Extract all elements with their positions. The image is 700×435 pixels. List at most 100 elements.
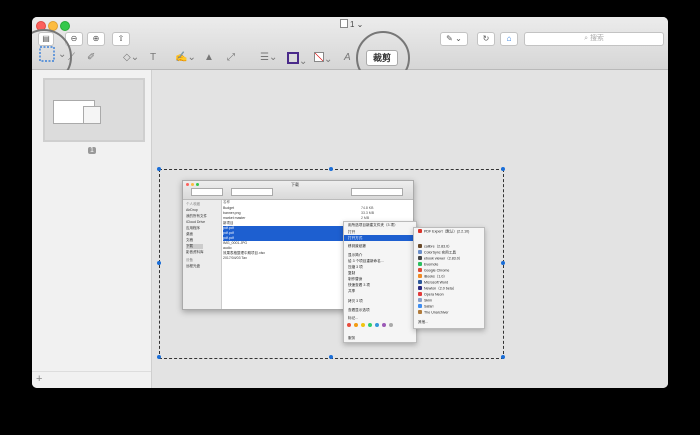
selection-handle[interactable] (501, 167, 505, 171)
signature-icon[interactable]: ✍⌄ (175, 52, 196, 63)
selection-handle[interactable] (329, 167, 333, 171)
finder-sidebar-item: 影音资料库 (186, 250, 204, 254)
draw-icon[interactable]: ✐ (87, 52, 95, 63)
toolbar: 1 ⌄ ▤ ⊖ ⊕ ⇧ ✎ ⌄ ↻ ⌂ ⌕ 搜索 ⌄ ⟋ ✐ ◇⌄ T ✍⌄ ▲… (32, 17, 668, 70)
finder-sidebar-item: 下载 (186, 244, 203, 249)
selection-handle[interactable] (501, 261, 505, 265)
app-icon (418, 280, 422, 284)
submenu-item: 其他... (418, 320, 429, 324)
submenu-item: ebook viewer（2.83.0） (418, 256, 462, 262)
border-color-icon[interactable]: ⌄ (287, 52, 307, 67)
thumbnail-sidebar: 1 + (32, 70, 152, 388)
finder-zoom-button (196, 183, 199, 186)
adjust-size-icon[interactable]: ⤢ (227, 52, 235, 63)
app-icon (418, 292, 422, 296)
submenu-item: Opera Neon (418, 292, 444, 297)
finder-view-buttons (231, 188, 273, 196)
text-style-icon[interactable]: A (344, 52, 351, 63)
selection-handle[interactable] (157, 167, 161, 171)
finder-file-size: 74.8 KB (361, 206, 374, 210)
tag-gray (389, 323, 393, 327)
submenu-item: Evernote (418, 262, 438, 267)
context-menu-item: 服务 (348, 336, 356, 340)
finder-close-button (186, 183, 189, 186)
zoom-in-button[interactable]: ⊕ (87, 32, 105, 46)
submenu-item: Skim (418, 298, 432, 303)
divider (32, 371, 151, 372)
tag-purple (382, 323, 386, 327)
finder-sidebar-item: 应用程序 (186, 226, 200, 230)
context-menu-item: 复制 (348, 271, 356, 275)
submenu-item: Safari (418, 304, 433, 309)
submenu-item: Microsoft Word (418, 280, 448, 285)
context-menu-item: 打开方式 (348, 236, 363, 240)
text-icon[interactable]: T (150, 52, 156, 63)
app-icon (418, 298, 422, 302)
adjust-color-icon[interactable]: ▲ (204, 52, 214, 63)
selection-handle[interactable] (329, 355, 333, 359)
finder-toolbar: 下载 (183, 181, 413, 200)
finder-column-header: 名称 (223, 200, 230, 204)
finder-sidebar-heading: 个人收藏 (186, 202, 200, 206)
submenu-item: Google Chrome (418, 268, 449, 273)
submenu-item: ColorSync 实用工具 (418, 250, 456, 256)
finder-minimize-button (191, 183, 194, 186)
app-icon (418, 274, 422, 278)
app-icon (418, 250, 422, 254)
page-thumbnail[interactable] (43, 78, 145, 142)
add-page-button[interactable]: + (36, 373, 42, 385)
shape-style-icon[interactable]: ☰⌄ (260, 52, 277, 63)
app-icon (418, 262, 422, 266)
submenu-item: Newton（2.0 beta） (418, 286, 456, 292)
markup-toggle-button[interactable]: ✎ ⌄ (440, 32, 468, 46)
context-menu-item: 制作替身 (348, 277, 363, 281)
finder-file-size: 2 MB (361, 216, 370, 220)
finder-sidebar: 个人收藏 AirDrop 我的所有文件 iCloud Drive 应用程序 桌面… (183, 200, 222, 309)
tag-yellow (361, 323, 365, 327)
document-icon (340, 19, 348, 28)
open-with-submenu: PDF Expert（默认）(2.2.10) calibre（2.83.0） C… (413, 227, 485, 329)
shapes-icon[interactable]: ◇⌄ (123, 52, 139, 63)
selection-handle[interactable] (157, 261, 161, 265)
app-icon (418, 304, 422, 308)
submenu-item: The Unarchiver (418, 310, 449, 315)
app-icon (418, 244, 422, 248)
app-icon (418, 256, 422, 260)
context-menu-item: 用所选项目新建文件夹（3 项） (348, 223, 398, 227)
tag-green (368, 323, 372, 327)
context-menu-item: 查看显示选项 (348, 308, 370, 312)
app-icon (418, 229, 422, 233)
finder-sidebar-heading: 设备 (186, 258, 193, 262)
context-menu-item: 移到废纸篓 (348, 244, 366, 248)
finder-file-size: 33.3 MB (361, 211, 375, 215)
share-button[interactable]: ⇧ (112, 32, 130, 46)
tag-red (347, 323, 351, 327)
tag-orange (354, 323, 358, 327)
finder-nav-buttons (191, 188, 223, 196)
finder-sidebar-item: 远程光盘 (186, 264, 200, 268)
window-title: 1 ⌄ (340, 19, 363, 29)
app-icon (418, 310, 422, 314)
finder-title: 下载 (291, 182, 299, 187)
finder-sidebar-item: iCloud Drive (186, 220, 206, 224)
finder-sidebar-item: 文稿 (186, 238, 193, 242)
finder-sidebar-item: 桌面 (186, 232, 193, 236)
app-icon (418, 286, 422, 290)
toolbox-button[interactable]: ⌂ (500, 32, 518, 46)
fill-color-icon[interactable]: ⌄ (314, 52, 332, 65)
tag-blue (375, 323, 379, 327)
search-input[interactable]: ⌕ 搜索 (524, 32, 664, 46)
page-number: 1 (88, 147, 96, 154)
context-menu-item: 显示简介 (348, 253, 363, 257)
finder-search (351, 188, 403, 196)
rotate-button[interactable]: ↻ (477, 32, 495, 46)
zoom-button[interactable] (60, 21, 70, 31)
finder-sidebar-item: AirDrop (186, 208, 198, 212)
context-menu-item: 压缩 3 项 (348, 265, 363, 269)
app-icon (418, 268, 422, 272)
finder-sidebar-item: 我的所有文件 (186, 214, 207, 218)
context-menu-item: 打开 (348, 230, 356, 234)
selection-handle[interactable] (157, 355, 161, 359)
context-menu-item: 给 3 个项目重新命名... (348, 259, 384, 263)
selection-handle[interactable] (501, 355, 505, 359)
